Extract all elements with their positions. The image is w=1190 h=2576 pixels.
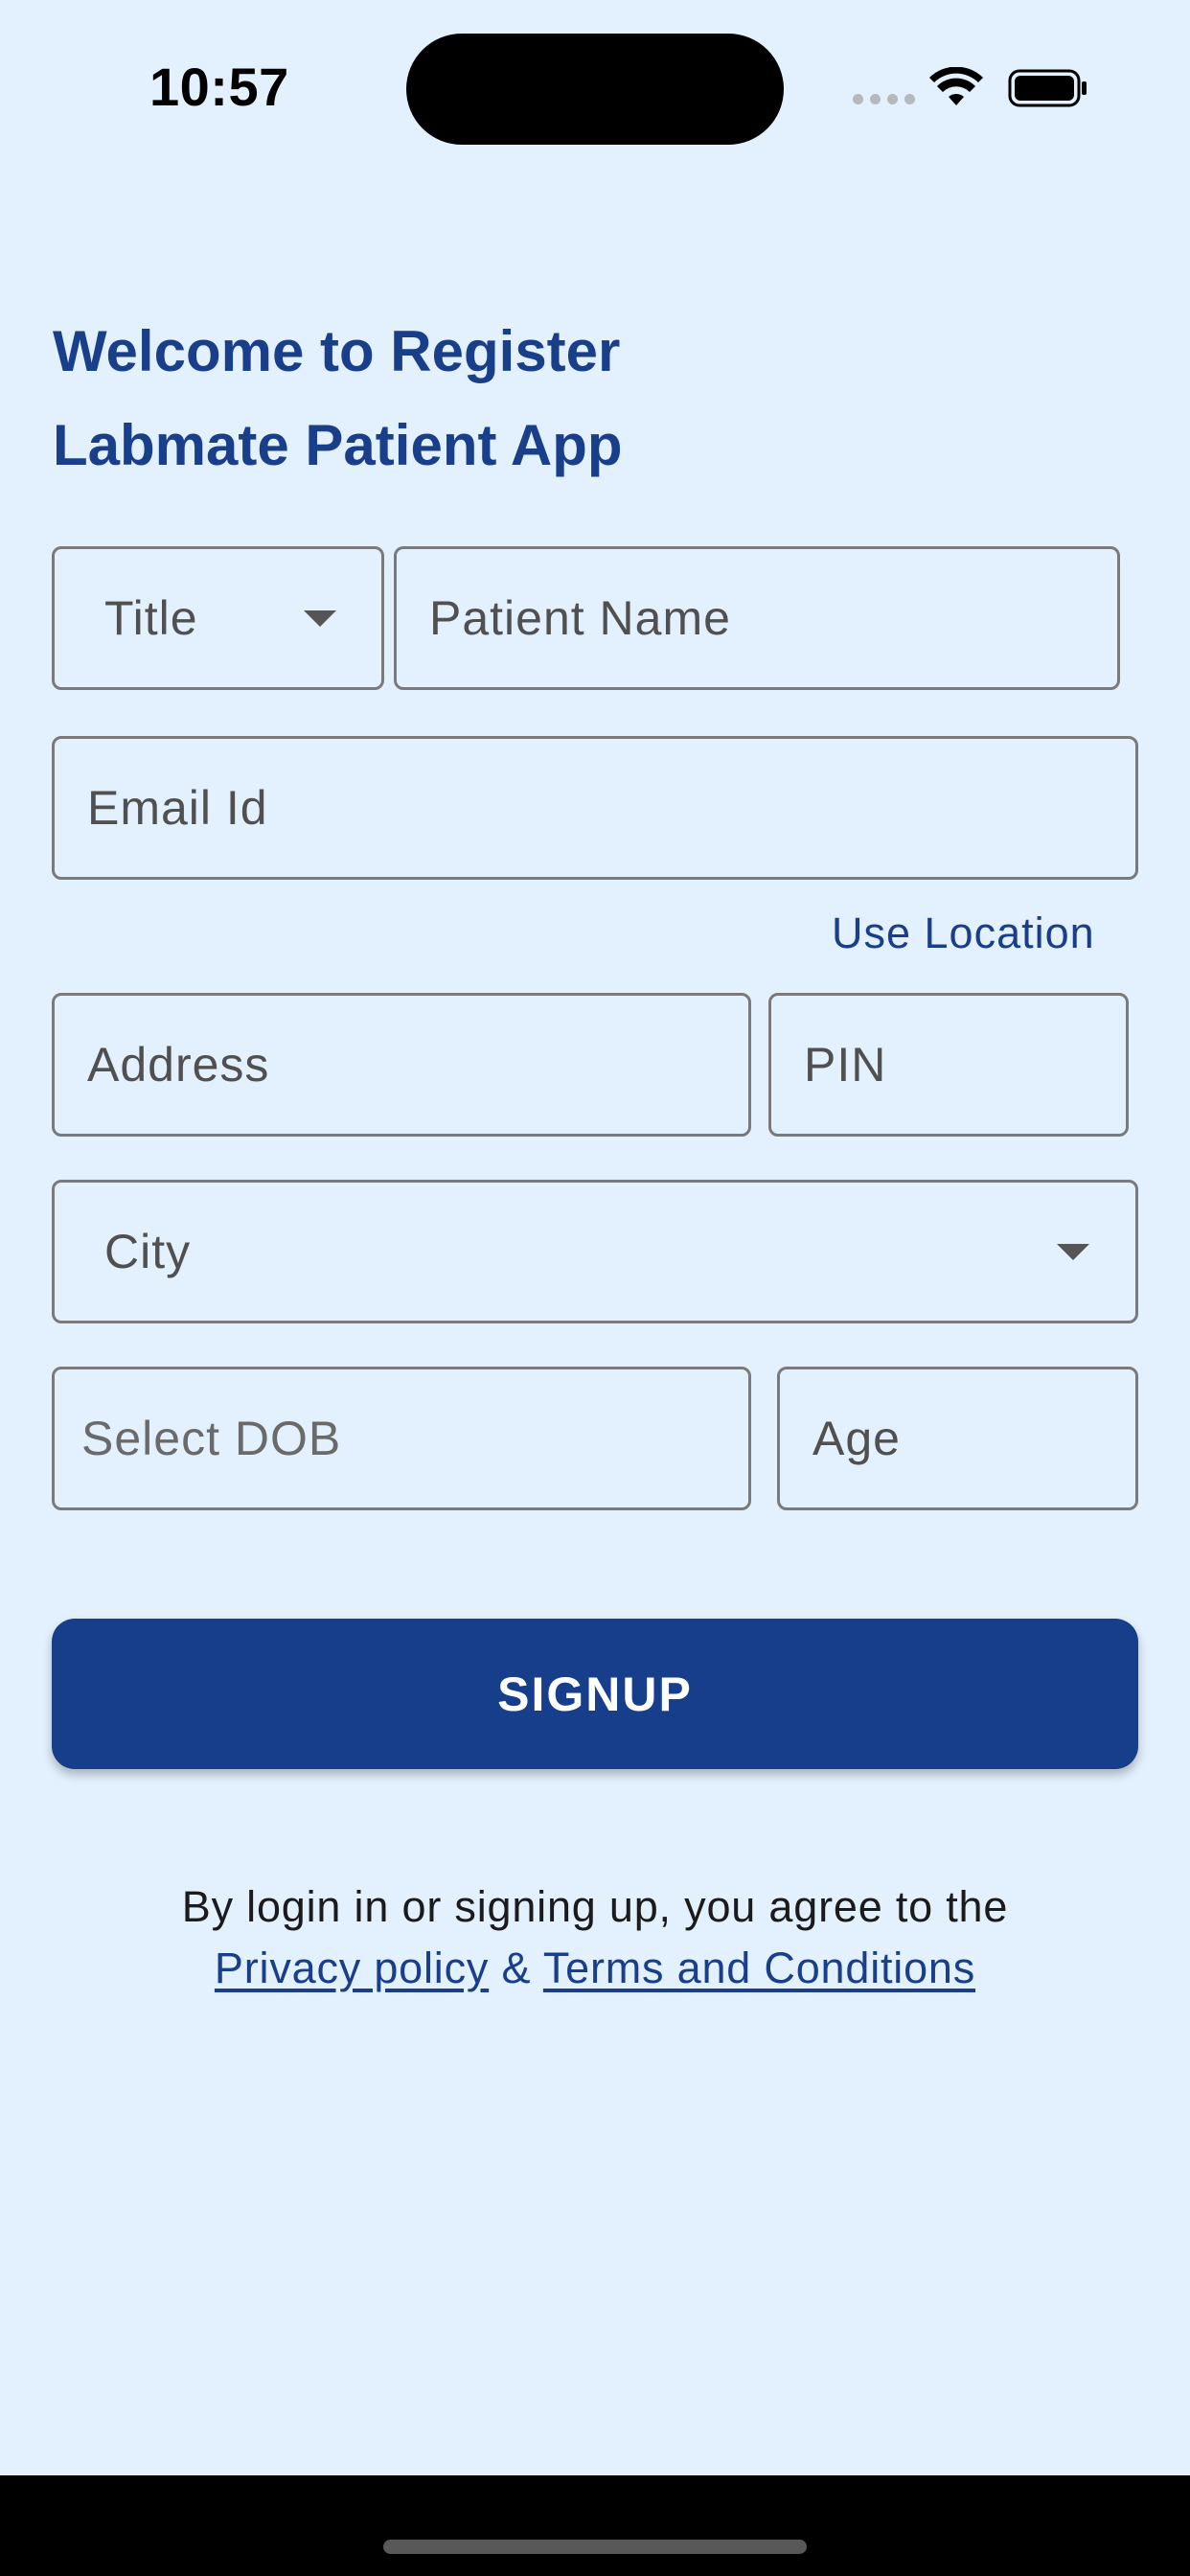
use-location-link[interactable]: Use Location xyxy=(832,908,1095,958)
address-placeholder: Address xyxy=(87,1038,270,1092)
dob-picker[interactable]: Select DOB xyxy=(52,1367,751,1510)
chevron-down-icon xyxy=(1057,1244,1089,1260)
bottom-system-bar xyxy=(0,2475,1190,2576)
email-placeholder: Email Id xyxy=(87,781,268,835)
age-input[interactable]: Age xyxy=(777,1367,1138,1510)
terms-separator: & xyxy=(501,1944,532,1992)
pin-placeholder: PIN xyxy=(804,1038,887,1092)
dob-placeholder: Select DOB xyxy=(81,1412,342,1465)
email-input[interactable]: Email Id xyxy=(52,736,1138,880)
terms-prefix: By login in or signing up, you agree to … xyxy=(181,1882,1009,1931)
title-select-value: Title xyxy=(104,591,198,645)
pin-input[interactable]: PIN xyxy=(768,993,1129,1137)
title-select[interactable]: Title xyxy=(52,546,384,690)
dynamic-island xyxy=(406,34,784,145)
battery-icon xyxy=(1008,69,1087,107)
privacy-policy-link[interactable]: Privacy policy xyxy=(215,1944,489,1992)
patient-name-placeholder: Patient Name xyxy=(429,591,731,645)
status-time: 10:57 xyxy=(149,57,289,117)
page-title-line-2: Labmate Patient App xyxy=(53,413,623,477)
city-select-value: City xyxy=(104,1225,192,1278)
terms-links-row: Privacy policy & Terms and Conditions xyxy=(0,1938,1190,1999)
signup-button[interactable]: SIGNUP xyxy=(52,1619,1138,1769)
page-title-line-1: Welcome to Register xyxy=(53,319,621,383)
page-title: Welcome to Register Labmate Patient App xyxy=(53,305,819,493)
age-placeholder: Age xyxy=(812,1412,901,1465)
terms-and-conditions-link[interactable]: Terms and Conditions xyxy=(543,1944,975,1992)
wifi-icon xyxy=(929,67,983,105)
city-select[interactable]: City xyxy=(52,1180,1138,1323)
patient-name-input[interactable]: Patient Name xyxy=(394,546,1120,690)
chevron-down-icon xyxy=(304,610,336,627)
terms-notice: By login in or signing up, you agree to … xyxy=(0,1876,1190,1999)
home-indicator[interactable] xyxy=(383,2540,807,2554)
cellular-signal-icon xyxy=(853,94,915,104)
address-input[interactable]: Address xyxy=(52,993,751,1137)
